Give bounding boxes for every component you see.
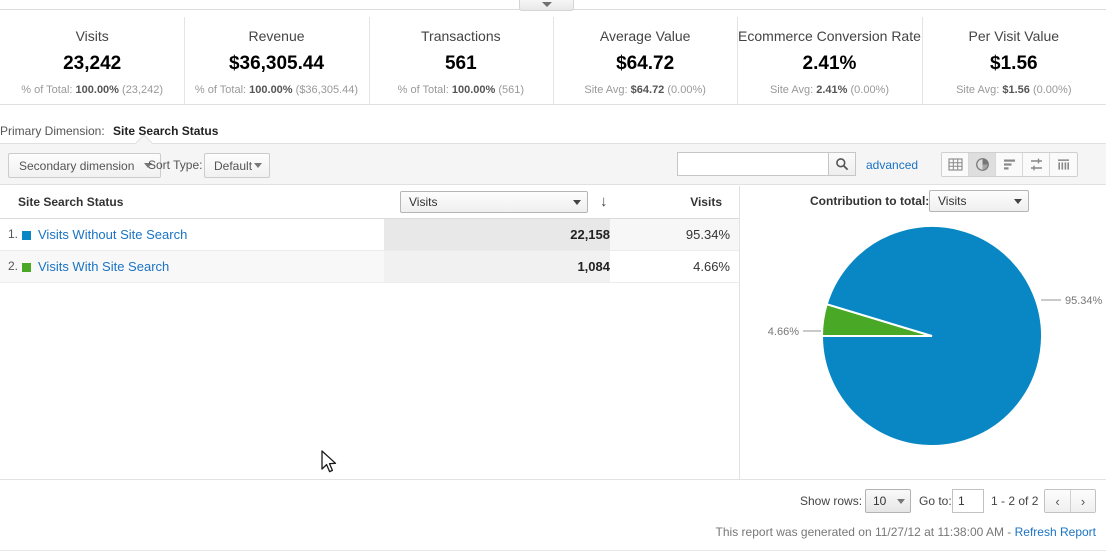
metric-column-value: Visits [409,195,437,209]
chevron-down-icon [542,2,552,7]
previous-page-button[interactable]: ‹ [1045,490,1070,512]
report-page: Visits 23,242 % of Total: 100.00% (23,24… [0,0,1106,551]
table-row[interactable]: 2. Visits With Site Search 1,084 4.66% [0,251,739,283]
view-type-group [941,152,1078,177]
secondary-dimension-label: Secondary dimension [19,159,134,173]
active-tab-notch [131,135,157,144]
metric-card-per-visit-value[interactable]: Per Visit Value $1.56 Site Avg: $1.56 (0… [922,11,1106,104]
metric-value: 23,242 [63,53,121,75]
dimension-link[interactable]: Visits Without Site Search [38,227,187,242]
pie-view-button[interactable] [969,153,996,176]
metric-subtext: % of Total: 100.00% ($36,305.44) [195,84,358,97]
metric-subtext: Site Avg: $64.72 (0.00%) [584,84,706,97]
metric-card-revenue[interactable]: Revenue $36,305.44 % of Total: 100.00% (… [184,11,368,104]
metric-value: $1.56 [990,53,1038,75]
metric-label: Per Visit Value [969,28,1060,44]
metric-card-transactions[interactable]: Transactions 561 % of Total: 100.00% (56… [369,11,553,104]
metric-value-cell: 22,158 [400,227,610,242]
sort-type-dropdown[interactable]: Default [204,153,270,178]
metric-label: Visits [76,28,109,44]
secondary-dimension-button[interactable]: Secondary dimension [8,153,161,178]
pagination-controls: ‹ › [1044,489,1096,513]
report-generated-text: This report was generated on 11/27/12 at… [716,525,1096,539]
goto-label: Go to: [919,494,952,508]
metric-subtext: Site Avg: $1.56 (0.00%) [956,84,1071,97]
comparison-view-button[interactable] [1023,153,1050,176]
series-color-swatch [22,263,31,272]
pie-label-minor: 4.66% [768,326,799,338]
metric-value: 2.41% [803,53,857,75]
metric-value-cell: 1,084 [400,259,610,274]
panel-collapse-bar [0,0,1106,10]
metric-subtext: Site Avg: 2.41% (0.00%) [770,84,889,97]
comparison-icon [1029,157,1044,172]
next-page-button[interactable]: › [1070,490,1095,512]
goto-page-input[interactable] [952,489,984,513]
performance-view-button[interactable] [996,153,1023,176]
search-icon [835,157,849,171]
table-row[interactable]: 1. Visits Without Site Search 22,158 95.… [0,219,739,251]
table-view-button[interactable] [942,153,969,176]
metric-subtext: % of Total: 100.00% (561) [398,84,524,97]
bar-chart-icon [1002,157,1017,172]
metric-card-average-value[interactable]: Average Value $64.72 Site Avg: $64.72 (0… [553,11,737,104]
pivot-icon [1056,157,1071,172]
chevron-down-icon [897,499,905,504]
sort-type-label: Sort Type: [148,153,202,178]
table-search [677,152,857,176]
search-button[interactable] [828,152,856,176]
percent-value-cell: 4.66% [612,259,730,274]
sort-type-value: Default [214,159,252,173]
metric-card-ecommerce-conversion-rate[interactable]: Ecommerce Conversion Rate 2.41% Site Avg… [737,11,921,104]
collapse-toggle-button[interactable] [519,0,574,11]
pie-chart-panel: Contribution to total: Visits 95.34% 4.6… [741,186,1106,479]
pie-chart-icon [975,157,990,172]
metric-subtext: % of Total: 100.00% (23,242) [21,84,163,97]
dimension-link[interactable]: Visits With Site Search [38,259,169,274]
chevron-down-icon [573,200,581,205]
metric-column-dropdown[interactable]: Visits [400,191,588,213]
contribution-metric-dropdown[interactable]: Visits [929,190,1029,212]
series-color-swatch [22,231,31,240]
rows-per-page-dropdown[interactable]: 10 [865,489,911,513]
table-header-row: Site Search Status Visits ↓ Visits [0,186,739,219]
metric-value: 561 [445,53,477,75]
advanced-filter-link[interactable]: advanced [866,158,918,172]
contribution-metric-value: Visits [938,194,966,208]
table-icon [948,157,963,172]
percent-value-cell: 95.34% [612,227,730,242]
row-index: 2. [2,259,18,273]
chevron-down-icon [254,163,262,168]
primary-dimension-value[interactable]: Site Search Status [113,124,218,138]
chevron-down-icon [1014,199,1022,204]
pivot-view-button[interactable] [1050,153,1077,176]
table-footer: Show rows: 10 Go to: 1 - 2 of 2 ‹ › This… [0,479,1106,551]
primary-dimension-label: Primary Dimension: [0,124,105,138]
pie-chart[interactable]: 95.34% 4.66% [741,212,1106,479]
percent-column-header: Visits [612,195,722,209]
metric-label: Average Value [600,28,691,44]
metric-summary-bar: Visits 23,242 % of Total: 100.00% (23,24… [0,11,1106,105]
contribution-label: Contribution to total: [810,194,929,208]
metric-value: $36,305.44 [229,53,324,75]
report-table: Site Search Status Visits ↓ Visits 1. Vi… [0,186,740,479]
generated-timestamp: This report was generated on 11/27/12 at… [716,525,1015,539]
result-range-text: 1 - 2 of 2 [991,494,1038,508]
dimension-column-header: Site Search Status [18,195,123,209]
rows-per-page-value: 10 [873,494,886,508]
metric-label: Ecommerce Conversion Rate [738,28,921,44]
pie-label-major: 95.34% [1065,295,1103,307]
arrow-down-icon[interactable]: ↓ [600,193,608,210]
metric-label: Revenue [248,28,304,44]
primary-dimension-bar: Primary Dimension: Site Search Status [0,120,1106,142]
metric-label: Transactions [421,28,501,44]
row-index: 1. [2,227,18,241]
show-rows-label: Show rows: [800,494,862,508]
pie-slice[interactable] [822,226,1042,446]
refresh-report-link[interactable]: Refresh Report [1015,525,1096,539]
metric-card-visits[interactable]: Visits 23,242 % of Total: 100.00% (23,24… [0,11,184,104]
search-input[interactable] [677,152,829,176]
metric-value: $64.72 [616,53,674,75]
